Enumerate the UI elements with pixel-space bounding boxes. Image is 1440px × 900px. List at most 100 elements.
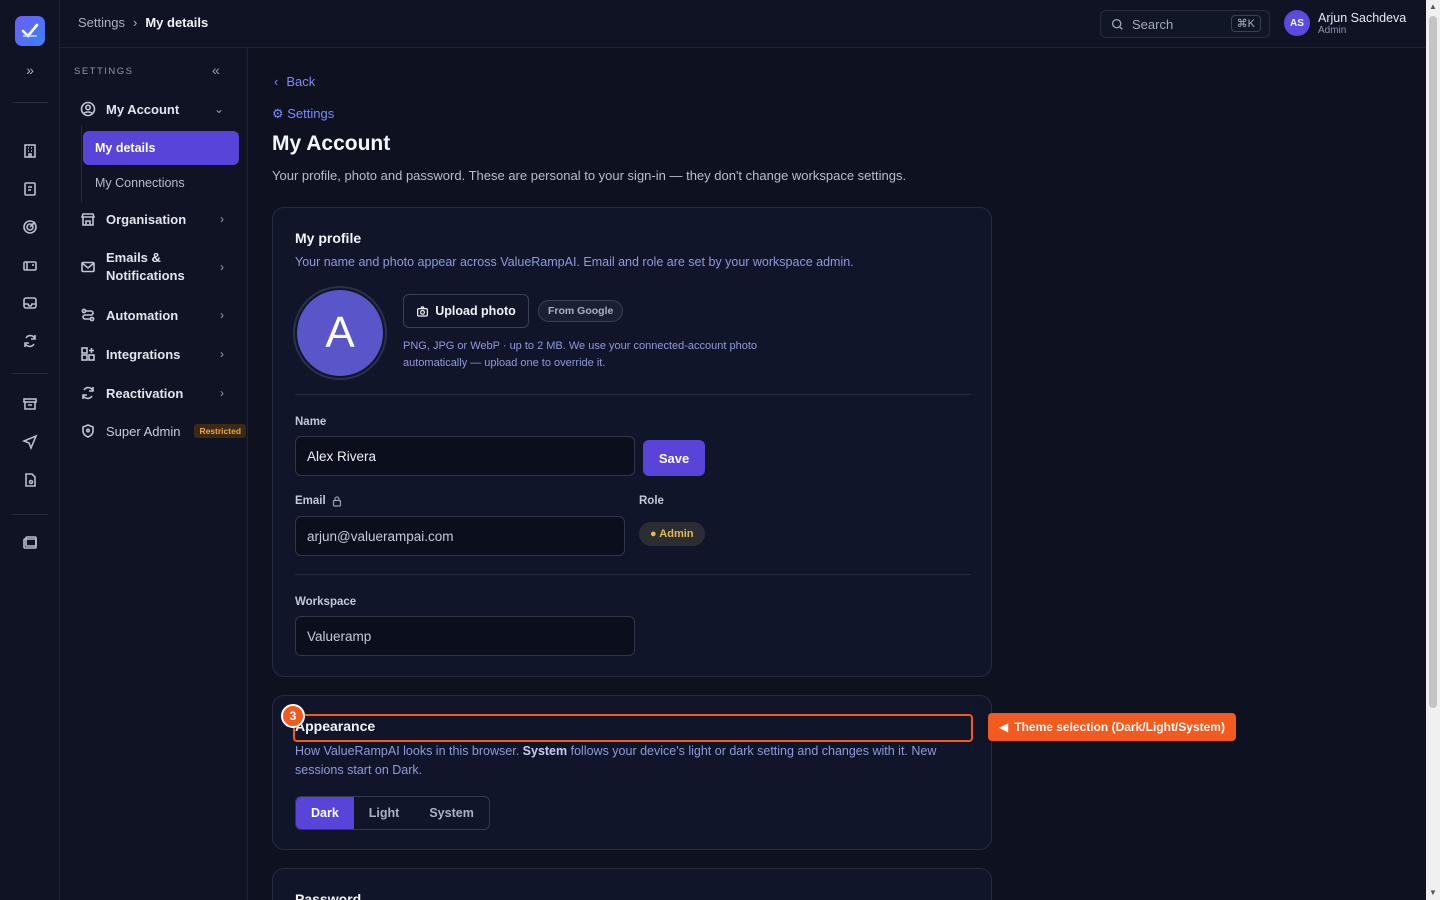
refresh-icon [82,386,94,400]
workspace-label: Workspace [295,596,357,608]
name-input[interactable]: Alex Rivera [295,436,635,476]
appearance-description: How ValueRampAI looks in this browser. S… [295,742,965,780]
search-input[interactable]: Search ⌘K [1100,10,1270,38]
avatar-letter: A [297,290,383,376]
password-title: Password [295,891,362,900]
theme-option-light[interactable]: Light [354,797,415,829]
callout-arrow-icon: ◀ [999,720,1009,734]
divider [295,394,971,395]
sidebar-item-label: Organisation [106,211,187,227]
rail-divider [12,102,48,103]
scrollbar-thumb[interactable] [1429,16,1437,708]
profile-avatar: A [293,286,387,380]
chevron-right-icon: › [220,386,224,400]
sidebar-item-emails-notifications[interactable]: Emails & Notifications › [80,249,248,285]
expand-rail-icon[interactable]: » [20,60,40,80]
workspace-field: Valueramp [295,616,635,656]
shield-icon [82,424,94,438]
chevron-right-icon: › [220,347,224,361]
step-badge: 3 [281,704,305,728]
chevron-down-icon: ⌄ [213,102,224,116]
appearance-card: Appearance 3 How ValueRampAI looks in th… [272,695,992,850]
inbox-icon[interactable] [20,293,40,313]
send-icon[interactable] [20,432,40,452]
building-icon[interactable] [20,141,40,161]
archive-icon[interactable] [20,394,40,414]
target-icon[interactable] [20,217,40,237]
page-subtitle: Your profile, photo and password. These … [272,168,907,183]
rail-divider [12,514,48,515]
grid-plus-icon [81,347,95,361]
user-role: Admin [1318,24,1347,36]
chevron-right-icon: › [220,308,224,322]
icon-rail: » [0,0,60,900]
sidebar-subitem-my-connections[interactable]: My Connections [83,166,239,200]
top-bar: Settings › My details Search ⌘K AS Arjun… [60,0,1426,48]
sidebar-item-label: Emails & [106,250,161,265]
email-field: arjun@valuerampai.com [295,516,625,556]
mail-icon [81,261,95,273]
upload-photo-label: Upload photo [435,304,516,318]
user-circle-icon [80,101,96,117]
sidebar-subitem-my-details[interactable]: My details [83,131,239,165]
breadcrumb-separator-icon: › [132,15,138,30]
sidebar-header: SETTINGS [74,66,134,77]
upload-photo-button[interactable]: Upload photo [403,294,529,328]
from-google-badge: From Google [538,300,624,322]
scroll-down-icon[interactable]: ▼ [1426,886,1440,900]
settings-link[interactable]: ⚙ Settings [272,106,334,122]
breadcrumb-current: My details [145,15,209,30]
appearance-title: Appearance [295,718,376,734]
profile-title: My profile [295,230,362,246]
sidebar-item-label: Automation [106,307,179,323]
breadcrumb: Settings › My details [78,15,208,30]
page-scrollbar[interactable]: ▲ ▼ [1426,0,1440,900]
sidebar-item-automation[interactable]: Automation › [80,307,248,323]
appearance-desc-bold: System [522,744,568,758]
sidebar-item-label: Reactivation [106,385,184,401]
chevron-right-icon: › [220,212,224,226]
sidebar-item-super-admin[interactable]: Super Admin Restricted [80,423,248,439]
clipboard-icon[interactable] [20,179,40,199]
billing-icon[interactable] [20,533,40,553]
app-logo-icon[interactable] [15,16,45,46]
rail-divider [12,373,48,374]
sidebar-item-label-group: Emails & Notifications [106,249,185,285]
sidebar-item-organisation[interactable]: Organisation › [80,211,248,227]
theme-option-system[interactable]: System [414,797,488,829]
search-icon [1111,18,1123,30]
sidebar-item-my-account[interactable]: My Account ⌄ [80,101,248,117]
scroll-up-icon[interactable]: ▲ [1426,0,1440,14]
page-title: My Account [272,132,391,155]
appearance-desc-prefix: How ValueRampAI looks in this browser. [295,744,520,758]
breadcrumb-settings[interactable]: Settings [78,15,125,30]
role-badge: ● Admin [639,522,705,546]
callout-text: Theme selection (Dark/Light/System) [1014,720,1225,734]
back-label: Back [286,74,316,89]
tickets-icon[interactable] [20,256,40,276]
collapse-sidebar-icon[interactable]: « [212,62,220,78]
sidebar-item-integrations[interactable]: Integrations › [80,346,248,362]
camera-icon [417,305,429,317]
save-button[interactable]: Save [643,440,705,476]
back-link[interactable]: ‹ Back [274,74,315,89]
photo-hint: PNG, JPG or WebP · up to 2 MB. We use yo… [403,340,758,369]
search-placeholder: Search [1132,16,1174,32]
role-label: Role [639,495,664,507]
profile-description: Your name and photo appear across ValueR… [295,255,854,269]
refresh-icon[interactable] [20,331,40,351]
user-menu[interactable]: AS Arjun Sachdeva Admin [1284,10,1406,36]
sidebar-item-label: Notifications [106,268,185,283]
search-shortcut: ⌘K [1230,15,1261,32]
settings-sidebar: SETTINGS « My Account ⌄ My details My Co… [60,48,248,900]
user-name: Arjun Sachdeva [1318,10,1407,25]
sidebar-item-reactivation[interactable]: Reactivation › [80,385,248,401]
email-label-row: Email [295,495,342,507]
workflow-icon [81,308,95,322]
highlight-box [293,714,973,742]
chevron-right-icon: › [220,260,224,274]
document-settings-icon[interactable] [20,470,40,490]
theme-option-dark[interactable]: Dark [296,797,354,829]
avatar: AS [1284,10,1310,36]
restricted-badge: Restricted [194,424,247,438]
